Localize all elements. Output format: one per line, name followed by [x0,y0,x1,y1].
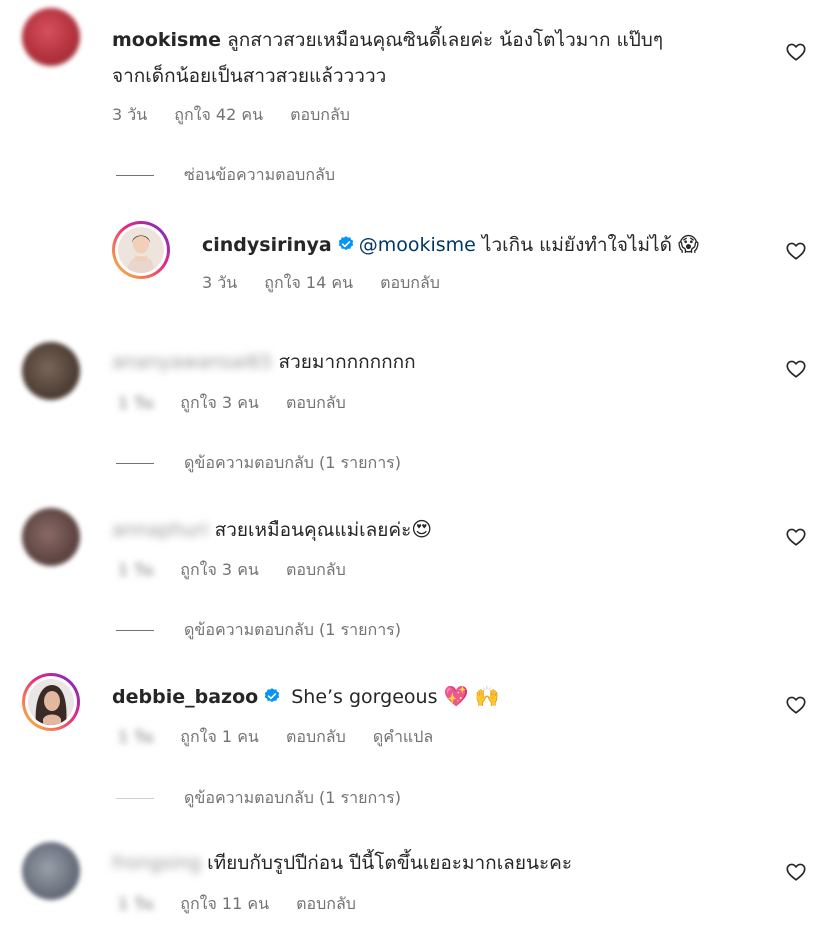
divider-line [116,798,154,799]
comment-text: ไวเกิน แม่ยังทำใจไม่ได้ [475,234,678,256]
comment-time: 1 วัน [118,560,154,579]
heart-icon[interactable] [785,526,807,548]
comment-text: ลูกสาวสวยเหมือนคุณซินดี้เลยค่ะ น้องโตไวม… [227,29,664,51]
comment-meta: 3 วัน ถูกใจ 42 คน ตอบกลับ [112,104,372,126]
reply-button[interactable]: ตอบกลับ [286,393,346,412]
divider-line [116,630,154,631]
reply-button[interactable]: ตอบกลับ [286,560,346,579]
comment-text-line2: จากเด็กน้อยเป็นสาวสวยแล้ววววว [112,65,387,87]
hide-replies-toggle[interactable]: ซ่อนข้อความตอบกลับ [116,164,335,186]
translate-button[interactable]: ดูคำแปล [373,727,433,746]
verified-badge-icon [264,688,280,703]
avatar[interactable] [22,842,80,900]
comment-username[interactable]: ananyawansai65 [112,351,272,373]
comment-meta: 1 วัน ถูกใจ 11 คน ตอบกลับ [118,893,378,915]
comment-meta: 1 วัน ถูกใจ 3 คน ตอบกลับ [118,559,368,581]
comment-text: She’s gorgeous [285,686,444,708]
emoji: 😱 [677,232,699,256]
comment-time: 1 วัน [118,727,154,746]
view-replies-toggle[interactable]: ดูข้อความตอบกลับ (1 รายการ) [116,452,401,474]
comment-meta: 3 วัน ถูกใจ 14 คน ตอบกลับ [202,272,462,294]
heart-icon[interactable] [785,694,807,716]
comment-likes[interactable]: ถูกใจ 3 คน [180,560,259,579]
comment-username[interactable]: frongsing [112,852,201,874]
comment-likes[interactable]: ถูกใจ 1 คน [180,727,259,746]
avatar[interactable] [22,673,80,731]
comment-time: 3 วัน [202,273,238,292]
avatar[interactable] [112,221,170,279]
comment-likes[interactable]: ถูกใจ 3 คน [180,393,259,412]
view-replies-toggle[interactable]: ดูข้อความตอบกลับ (1 รายการ) [116,787,401,809]
reply-button[interactable]: ตอบกลับ [380,273,440,292]
mention-link[interactable]: @mookisme [359,234,476,256]
comment-username[interactable]: mookisme [112,29,221,51]
comment-likes[interactable]: ถูกใจ 14 คน [264,273,353,292]
avatar[interactable] [22,8,80,66]
reply-button[interactable]: ตอบกลับ [296,894,356,913]
comment-time: 1 วัน [118,393,154,412]
comment-text: สวยมากกกกกกก [272,351,416,373]
heart-icon[interactable] [785,861,807,883]
heart-icon[interactable] [785,358,807,380]
comment-time: 3 วัน [112,105,148,124]
reply-button[interactable]: ตอบกลับ [290,105,350,124]
comment-username[interactable]: debbie_bazoo [112,686,258,708]
divider-line [116,463,154,464]
avatar-photo [28,679,74,725]
avatar-photo [118,227,164,273]
heart-icon[interactable] [785,41,807,63]
avatar[interactable] [22,508,80,566]
avatar[interactable] [22,342,80,400]
emoji: 😍 [411,517,433,541]
view-replies-toggle[interactable]: ดูข้อความตอบกลับ (1 รายการ) [116,619,401,641]
comment-username[interactable]: cindysirinya [202,234,332,256]
comment-meta: 1 วัน ถูกใจ 3 คน ตอบกลับ [118,392,368,414]
verified-badge-icon [338,236,353,251]
comment-username[interactable]: annaphuri [112,519,209,541]
heart-icon[interactable] [785,240,807,262]
divider-line [116,175,154,176]
reply-button[interactable]: ตอบกลับ [286,727,346,746]
comment-time: 1 วัน [118,894,154,913]
comment-likes[interactable]: ถูกใจ 42 คน [174,105,263,124]
comment-meta: 1 วัน ถูกใจ 1 คน ตอบกลับ ดูคำแปล [118,726,455,748]
emoji: 💖 🙌 [443,684,500,708]
comment-text: เทียบกับรูปปีก่อน ปีนี้โตขึ้นเยอะมากเลยน… [201,852,573,874]
comment-text: สวยเหมือนคุณแม่เลยค่ะ [208,519,412,541]
comment-likes[interactable]: ถูกใจ 11 คน [180,894,269,913]
